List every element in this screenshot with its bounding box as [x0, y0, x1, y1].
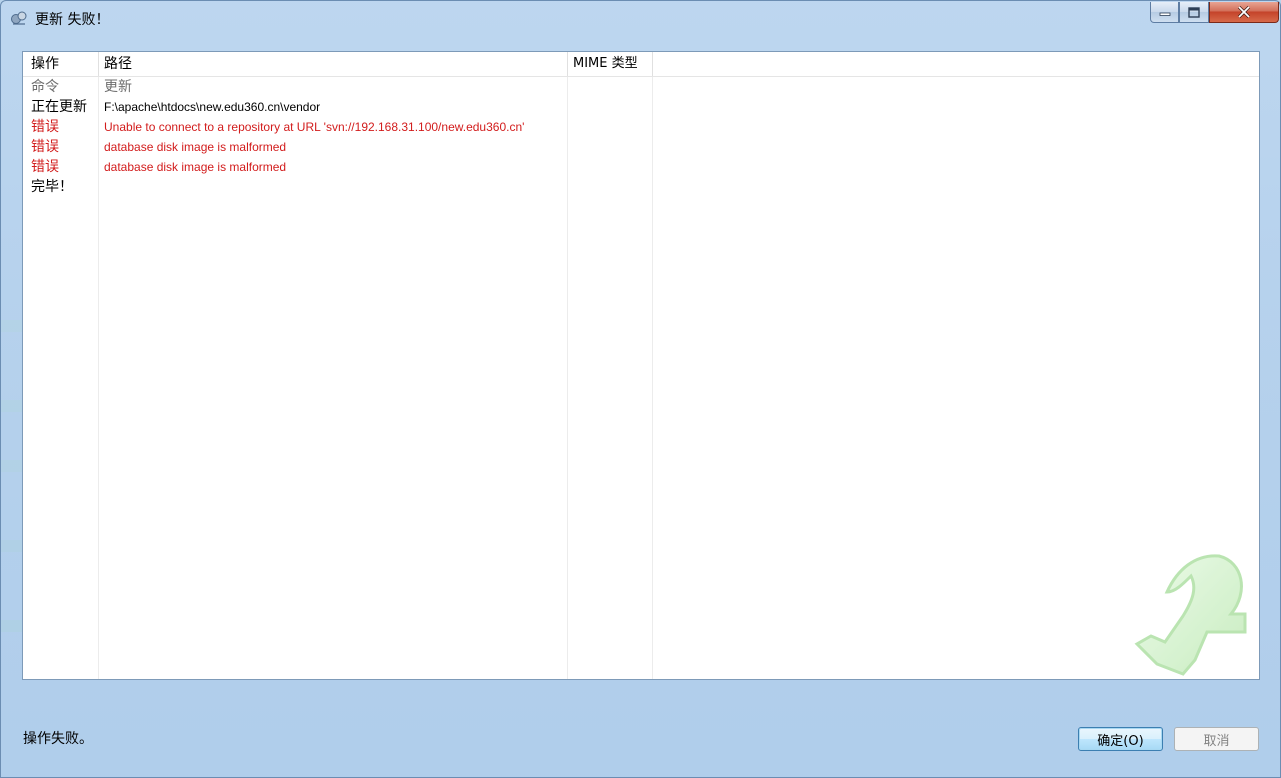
row-action: 完毕！ — [31, 179, 73, 195]
row-action: 错误 — [31, 139, 59, 155]
list-item[interactable]: 命令 更新 — [23, 77, 1259, 97]
update-arrow-icon — [1133, 552, 1253, 677]
list-item[interactable]: 正在更新 F:\apache\htdocs\new.edu360.cn\vend… — [23, 97, 1259, 117]
cancel-button[interactable]: 取消 — [1174, 727, 1259, 751]
list-header: 操作 路径 MIME 类型 — [23, 52, 1259, 77]
close-icon — [1237, 6, 1251, 18]
maximize-button[interactable] — [1179, 2, 1209, 23]
ok-button[interactable]: 确定(O) — [1078, 727, 1163, 751]
row-action: 命令 — [31, 79, 59, 95]
row-path: Unable to connect to a repository at URL… — [104, 120, 525, 134]
list-item[interactable]: 错误 database disk image is malformed — [23, 157, 1259, 177]
column-header-mime-type[interactable]: MIME 类型 — [573, 52, 638, 76]
column-header-action[interactable]: 操作 — [31, 52, 59, 76]
status-message: 操作失败。 — [23, 731, 93, 747]
row-path: 更新 — [104, 79, 132, 95]
minimize-button[interactable] — [1150, 2, 1179, 23]
row-action: 错误 — [31, 119, 59, 135]
list-item[interactable]: 错误 Unable to connect to a repository at … — [23, 117, 1259, 137]
row-path: F:\apache\htdocs\new.edu360.cn\vendor — [104, 100, 321, 114]
column-header-path[interactable]: 路径 — [104, 52, 132, 76]
row-action: 正在更新 — [31, 99, 87, 115]
svn-progress-dialog: 更新 失败！ 操作 路径 MIME 类型 命令 更新 正在更新 F:\apach… — [0, 0, 1281, 778]
window-title: 更新 失败！ — [35, 12, 110, 28]
list-item[interactable]: 错误 database disk image is malformed — [23, 137, 1259, 157]
maximize-icon — [1188, 6, 1200, 18]
row-action: 错误 — [31, 159, 59, 175]
close-button[interactable] — [1209, 2, 1279, 23]
row-path: database disk image is malformed — [104, 140, 287, 154]
minimize-icon — [1159, 12, 1170, 16]
column-separator[interactable] — [652, 52, 653, 76]
title-bar[interactable]: 更新 失败！ — [1, 1, 1280, 35]
row-path: database disk image is malformed — [104, 160, 287, 174]
tortoisesvn-icon[interactable] — [10, 10, 28, 26]
list-item[interactable]: 完毕！ — [23, 177, 1259, 197]
column-separator[interactable] — [567, 52, 568, 76]
progress-list[interactable]: 操作 路径 MIME 类型 命令 更新 正在更新 F:\apache\htdoc… — [22, 51, 1260, 680]
column-separator[interactable] — [98, 52, 99, 76]
